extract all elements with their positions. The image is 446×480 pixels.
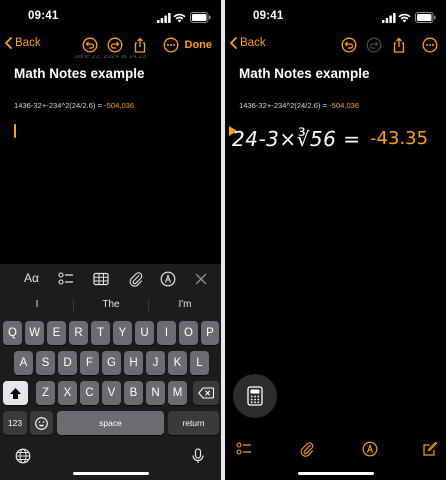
expression-text: 1436-32+-234^2(24/2.6) =	[14, 101, 103, 110]
mic-icon[interactable]	[190, 448, 206, 464]
expression-text: 1436-32+-234^2(24/2.6) =	[239, 101, 328, 110]
delete-icon	[198, 387, 214, 399]
handwritten-expression[interactable]: 24-3×∛56 =	[232, 127, 360, 151]
suggestion-divider	[148, 300, 149, 312]
attachment-icon[interactable]	[299, 441, 315, 457]
status-time: 09:41	[28, 10, 59, 22]
share-icon[interactable]	[132, 37, 148, 53]
key-p[interactable]: P	[201, 321, 219, 345]
text-format-button[interactable]: Aα	[24, 271, 39, 285]
markup-icon[interactable]	[160, 271, 176, 287]
key-n[interactable]: N	[146, 381, 165, 405]
suggestion-2[interactable]: The	[81, 299, 141, 310]
more-icon[interactable]	[422, 37, 438, 53]
key-i[interactable]: I	[157, 321, 176, 345]
close-icon[interactable]	[193, 271, 209, 287]
keyboard: Aα I The I'm Q W E R T Y U I O P A S D F…	[0, 264, 221, 480]
math-expression[interactable]: 1436-32+-234^2(24/2.6) = -504,036	[239, 101, 359, 110]
key-k[interactable]: K	[168, 351, 187, 375]
undo-icon[interactable]	[82, 37, 98, 53]
key-q[interactable]: Q	[3, 321, 22, 345]
table-icon[interactable]	[93, 271, 109, 287]
expression-result: -504,036	[329, 101, 360, 110]
key-g[interactable]: G	[102, 351, 121, 375]
key-c[interactable]: C	[80, 381, 99, 405]
wifi-icon	[173, 13, 186, 23]
space-key[interactable]: space	[57, 411, 164, 435]
key-y[interactable]: Y	[113, 321, 132, 345]
delete-key[interactable]	[193, 381, 219, 405]
key-w[interactable]: W	[25, 321, 44, 345]
attachment-icon[interactable]	[128, 271, 144, 287]
expression-result: -504,036	[104, 101, 135, 110]
suggestion-divider	[73, 300, 74, 312]
status-bar: 09:41	[0, 10, 221, 26]
emoji-key[interactable]	[30, 411, 53, 435]
key-l[interactable]: L	[190, 351, 209, 375]
home-indicator	[72, 472, 149, 475]
key-e[interactable]: E	[47, 321, 66, 345]
format-toolbar: Aα	[0, 264, 221, 293]
globe-icon[interactable]	[15, 448, 31, 464]
chevron-left-icon	[230, 37, 237, 49]
back-button[interactable]: Back	[5, 37, 41, 49]
redo-icon[interactable]	[107, 37, 123, 53]
math-expression[interactable]: 1436-32+-234^2(24/2.6) = -504,036	[14, 101, 134, 110]
wifi-icon	[398, 13, 411, 23]
back-button[interactable]: Back	[230, 37, 266, 49]
suggestion-bar: I The I'm	[0, 293, 221, 317]
undo-icon[interactable]	[341, 37, 357, 53]
key-r[interactable]: R	[69, 321, 88, 345]
key-j[interactable]: J	[146, 351, 165, 375]
phone-left-typing: 09:41 Back Done June 22, 2024 at 14:25 M…	[0, 0, 221, 480]
status-bar: 09:41	[225, 10, 446, 26]
emoji-icon	[35, 416, 48, 430]
return-key[interactable]: return	[168, 411, 219, 435]
share-icon[interactable]	[391, 37, 407, 53]
battery-icon	[415, 12, 436, 23]
key-v[interactable]: V	[102, 381, 121, 405]
key-z[interactable]: Z	[36, 381, 55, 405]
note-title[interactable]: Math Notes example	[14, 66, 145, 81]
back-label: Back	[15, 37, 41, 49]
redo-icon	[366, 37, 382, 53]
home-indicator	[297, 472, 374, 475]
key-f[interactable]: F	[80, 351, 99, 375]
handwritten-result: -43.35	[370, 128, 429, 149]
nav-bar: Back	[225, 36, 446, 56]
markup-icon[interactable]	[362, 441, 378, 457]
key-a[interactable]: A	[14, 351, 33, 375]
key-m[interactable]: M	[168, 381, 187, 405]
calculator-icon	[247, 386, 263, 406]
key-s[interactable]: S	[36, 351, 55, 375]
cellular-signal-icon	[157, 13, 171, 23]
nav-bar: Back Done	[0, 36, 221, 56]
key-d[interactable]: D	[58, 351, 77, 375]
chevron-left-icon	[5, 37, 12, 49]
compose-icon[interactable]	[422, 441, 438, 457]
checklist-icon[interactable]	[236, 441, 252, 457]
cellular-signal-icon	[382, 13, 396, 23]
key-h[interactable]: H	[124, 351, 143, 375]
numbers-key[interactable]: 123	[3, 411, 27, 435]
key-b[interactable]: B	[124, 381, 143, 405]
battery-icon	[190, 12, 211, 23]
checklist-icon[interactable]	[58, 271, 74, 287]
shift-key[interactable]	[3, 381, 28, 405]
note-title[interactable]: Math Notes example	[239, 66, 370, 81]
note-date: June 22, 2024 at 14:25	[74, 55, 147, 60]
done-button[interactable]: Done	[185, 39, 213, 51]
text-cursor	[14, 124, 16, 138]
suggestion-3[interactable]: I'm	[155, 299, 215, 310]
suggestion-1[interactable]: I	[7, 299, 67, 310]
key-u[interactable]: U	[135, 321, 154, 345]
shift-icon	[10, 387, 21, 399]
calculator-button[interactable]	[233, 374, 277, 418]
more-icon[interactable]	[163, 37, 179, 53]
status-time: 09:41	[253, 10, 284, 22]
back-label: Back	[240, 37, 266, 49]
key-x[interactable]: X	[58, 381, 77, 405]
key-o[interactable]: O	[179, 321, 198, 345]
key-t[interactable]: T	[91, 321, 110, 345]
